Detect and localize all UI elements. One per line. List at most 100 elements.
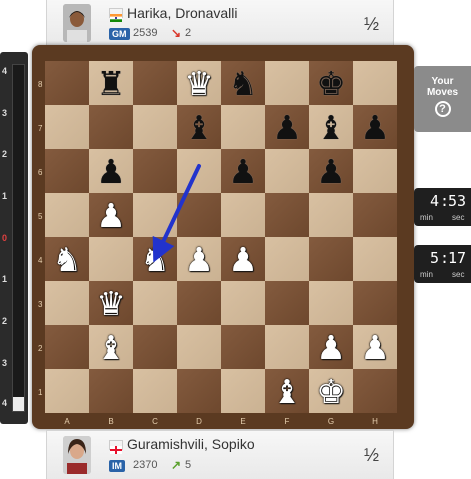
square-a5[interactable]	[45, 193, 89, 237]
square-f6[interactable]	[265, 149, 309, 193]
white-knight-icon[interactable]: ♞	[133, 237, 177, 281]
square-e5[interactable]	[221, 193, 265, 237]
white-pawn-icon[interactable]: ♟	[89, 193, 133, 237]
square-d3[interactable]	[177, 281, 221, 325]
black-pawn-icon[interactable]: ♟	[265, 105, 309, 149]
white-pawn-icon[interactable]: ♟	[353, 325, 397, 369]
bottom-player-name[interactable]: Guramishvili, Sopiko	[127, 436, 255, 452]
black-pawn-icon[interactable]: ♟	[353, 105, 397, 149]
square-f5[interactable]	[265, 193, 309, 237]
your-moves-button[interactable]: Your Moves ?	[414, 66, 471, 132]
square-a7[interactable]	[45, 105, 89, 149]
square-e8[interactable]: ♞	[221, 61, 265, 105]
white-queen-icon[interactable]: ♛	[177, 61, 221, 105]
help-icon[interactable]: ?	[434, 101, 451, 117]
square-g6[interactable]: ♟	[309, 149, 353, 193]
square-e3[interactable]	[221, 281, 265, 325]
top-player-name[interactable]: Harika, Dronavalli	[127, 5, 237, 21]
square-a4[interactable]: ♞	[45, 237, 89, 281]
black-rook-icon[interactable]: ♜	[89, 61, 133, 105]
square-g1[interactable]: ♚	[309, 369, 353, 413]
square-f1[interactable]: ♝	[265, 369, 309, 413]
square-f7[interactable]: ♟	[265, 105, 309, 149]
square-d5[interactable]	[177, 193, 221, 237]
bottom-player-title-badge: IM	[109, 460, 125, 472]
black-knight-icon[interactable]: ♞	[221, 61, 265, 105]
square-c5[interactable]	[133, 193, 177, 237]
square-c2[interactable]	[133, 325, 177, 369]
square-g5[interactable]	[309, 193, 353, 237]
square-e2[interactable]	[221, 325, 265, 369]
square-h6[interactable]	[353, 149, 397, 193]
top-player-flag	[109, 8, 123, 22]
square-c1[interactable]	[133, 369, 177, 413]
rank-label: 3	[38, 300, 43, 309]
white-knight-icon[interactable]: ♞	[45, 237, 89, 281]
square-h2[interactable]: ♟	[353, 325, 397, 369]
square-b7[interactable]	[89, 105, 133, 149]
square-h1[interactable]	[353, 369, 397, 413]
square-g4[interactable]	[309, 237, 353, 281]
white-bishop-icon[interactable]: ♝	[265, 369, 309, 413]
square-b3[interactable]: ♛	[89, 281, 133, 325]
square-f4[interactable]	[265, 237, 309, 281]
chess-board[interactable]: ♜ ♛ ♞ ♚ ♝ ♟ ♝ ♟ ♟ ♟ ♟ ♟ ♞ ♞ ♟ ♟ ♛ ♝ ♟ ♟ ♝ ♚	[45, 61, 397, 413]
square-a1[interactable]	[45, 369, 89, 413]
white-pawn-icon[interactable]: ♟	[221, 237, 265, 281]
square-e4[interactable]: ♟	[221, 237, 265, 281]
square-d6[interactable]	[177, 149, 221, 193]
rating-down-arrow-icon: ↘	[171, 26, 182, 40]
square-e7[interactable]	[221, 105, 265, 149]
square-d7[interactable]: ♝	[177, 105, 221, 149]
white-king-icon[interactable]: ♚	[309, 369, 353, 413]
square-d4[interactable]: ♟	[177, 237, 221, 281]
square-b1[interactable]	[89, 369, 133, 413]
white-pawn-icon[interactable]: ♟	[177, 237, 221, 281]
square-c4[interactable]: ♞	[133, 237, 177, 281]
black-pawn-icon[interactable]: ♟	[309, 149, 353, 193]
square-e6[interactable]: ♟	[221, 149, 265, 193]
square-a3[interactable]	[45, 281, 89, 325]
square-d2[interactable]	[177, 325, 221, 369]
square-b8[interactable]: ♜	[89, 61, 133, 105]
square-f2[interactable]	[265, 325, 309, 369]
square-d1[interactable]	[177, 369, 221, 413]
square-a8[interactable]	[45, 61, 89, 105]
rank-label: 8	[38, 80, 43, 89]
square-h8[interactable]	[353, 61, 397, 105]
square-b6[interactable]: ♟	[89, 149, 133, 193]
square-g2[interactable]: ♟	[309, 325, 353, 369]
square-g7[interactable]: ♝	[309, 105, 353, 149]
square-g3[interactable]	[309, 281, 353, 325]
white-pawn-icon[interactable]: ♟	[309, 325, 353, 369]
black-bishop-icon[interactable]: ♝	[309, 105, 353, 149]
square-h4[interactable]	[353, 237, 397, 281]
square-c3[interactable]	[133, 281, 177, 325]
square-d8[interactable]: ♛	[177, 61, 221, 105]
black-bishop-icon[interactable]: ♝	[177, 105, 221, 149]
square-b4[interactable]	[89, 237, 133, 281]
square-f8[interactable]	[265, 61, 309, 105]
square-g8[interactable]: ♚	[309, 61, 353, 105]
white-queen-icon[interactable]: ♛	[89, 281, 133, 325]
black-king-icon[interactable]: ♚	[309, 61, 353, 105]
black-pawn-icon[interactable]: ♟	[89, 149, 133, 193]
square-a2[interactable]	[45, 325, 89, 369]
square-h3[interactable]	[353, 281, 397, 325]
square-a6[interactable]	[45, 149, 89, 193]
white-bishop-icon[interactable]: ♝	[89, 325, 133, 369]
square-c6[interactable]	[133, 149, 177, 193]
square-f3[interactable]	[265, 281, 309, 325]
square-h5[interactable]	[353, 193, 397, 237]
rank-label: 7	[38, 124, 43, 133]
square-b2[interactable]: ♝	[89, 325, 133, 369]
square-e1[interactable]	[221, 369, 265, 413]
square-h7[interactable]: ♟	[353, 105, 397, 149]
square-b5[interactable]: ♟	[89, 193, 133, 237]
square-c8[interactable]	[133, 61, 177, 105]
black-pawn-icon[interactable]: ♟	[221, 149, 265, 193]
bottom-player-clock: 5 : 17 min sec	[414, 245, 471, 283]
clock-seconds: 53	[448, 192, 467, 210]
square-c7[interactable]	[133, 105, 177, 149]
rank-label: 2	[38, 344, 43, 353]
